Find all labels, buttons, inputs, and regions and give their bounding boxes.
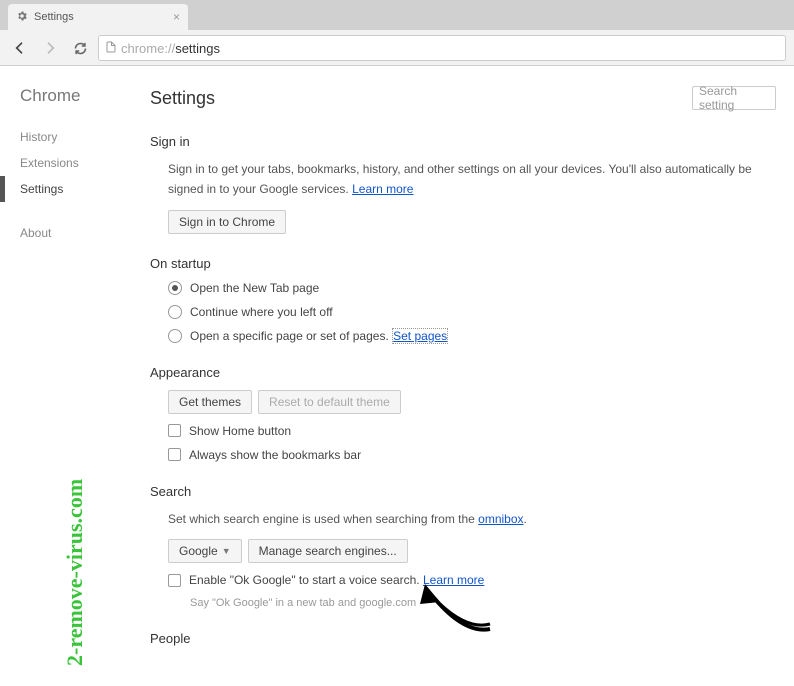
startup-opt3[interactable]: Open a specific page or set of pages. Se… [168, 329, 776, 343]
ok-google-learn-more-link[interactable]: Learn more [423, 573, 484, 587]
browser-chrome: Settings × chrome://settings [0, 0, 794, 66]
chevron-down-icon: ▼ [222, 546, 231, 556]
people-heading: People [150, 631, 776, 646]
omnibox-link[interactable]: omnibox [478, 512, 523, 526]
search-desc: Set which search engine is used when sea… [168, 509, 776, 529]
get-themes-button[interactable]: Get themes [168, 390, 252, 414]
toolbar: chrome://settings [0, 30, 794, 66]
radio-icon [168, 281, 182, 295]
section-people: People [150, 631, 776, 646]
reset-theme-button: Reset to default theme [258, 390, 401, 414]
gear-icon [16, 10, 28, 25]
url-text: chrome://settings [121, 41, 220, 56]
page-title: Settings [150, 88, 215, 109]
set-pages-link[interactable]: Set pages [392, 328, 448, 344]
show-bookmarks-checkbox[interactable]: Always show the bookmarks bar [168, 448, 776, 462]
section-signin: Sign in Sign in to get your tabs, bookma… [150, 134, 776, 234]
main-header: Settings Search setting [150, 86, 776, 110]
signin-heading: Sign in [150, 134, 776, 149]
section-search: Search Set which search engine is used w… [150, 484, 776, 609]
search-heading: Search [150, 484, 776, 499]
checkbox-icon [168, 424, 181, 437]
radio-icon [168, 305, 182, 319]
appearance-heading: Appearance [150, 365, 776, 380]
ok-google-checkbox[interactable]: Enable "Ok Google" to start a voice sear… [168, 573, 776, 587]
address-bar[interactable]: chrome://settings [98, 35, 786, 61]
tab-bar: Settings × [0, 0, 794, 30]
section-startup: On startup Open the New Tab page Continu… [150, 256, 776, 343]
signin-learn-more-link[interactable]: Learn more [352, 182, 413, 196]
search-input[interactable]: Search setting [692, 86, 776, 110]
startup-opt1[interactable]: Open the New Tab page [168, 281, 776, 295]
signin-button[interactable]: Sign in to Chrome [168, 210, 286, 234]
checkbox-icon [168, 448, 181, 461]
sidebar-item-about[interactable]: About [20, 220, 150, 246]
show-home-checkbox[interactable]: Show Home button [168, 424, 776, 438]
tab-title: Settings [34, 11, 74, 23]
sidebar-title: Chrome [20, 86, 150, 106]
sidebar: Chrome History Extensions Settings About [0, 66, 150, 686]
startup-opt2[interactable]: Continue where you left off [168, 305, 776, 319]
sidebar-item-history[interactable]: History [20, 124, 150, 150]
section-appearance: Appearance Get themes Reset to default t… [150, 365, 776, 462]
forward-button[interactable] [38, 36, 62, 60]
close-icon[interactable]: × [173, 10, 180, 24]
manage-search-engines-button[interactable]: Manage search engines... [248, 539, 408, 563]
reload-button[interactable] [68, 36, 92, 60]
back-button[interactable] [8, 36, 32, 60]
page-icon [105, 40, 117, 57]
page-content: Chrome History Extensions Settings About… [0, 66, 794, 686]
startup-heading: On startup [150, 256, 776, 271]
sidebar-item-settings[interactable]: Settings [20, 176, 150, 202]
sidebar-item-extensions[interactable]: Extensions [20, 150, 150, 176]
search-engine-dropdown[interactable]: Google ▼ [168, 539, 242, 563]
ok-google-subtext: Say "Ok Google" in a new tab and google.… [168, 597, 776, 609]
signin-desc: Sign in to get your tabs, bookmarks, his… [168, 159, 776, 200]
main: Settings Search setting Sign in Sign in … [150, 66, 794, 686]
radio-icon [168, 329, 182, 343]
browser-tab[interactable]: Settings × [8, 4, 188, 30]
checkbox-icon [168, 574, 181, 587]
